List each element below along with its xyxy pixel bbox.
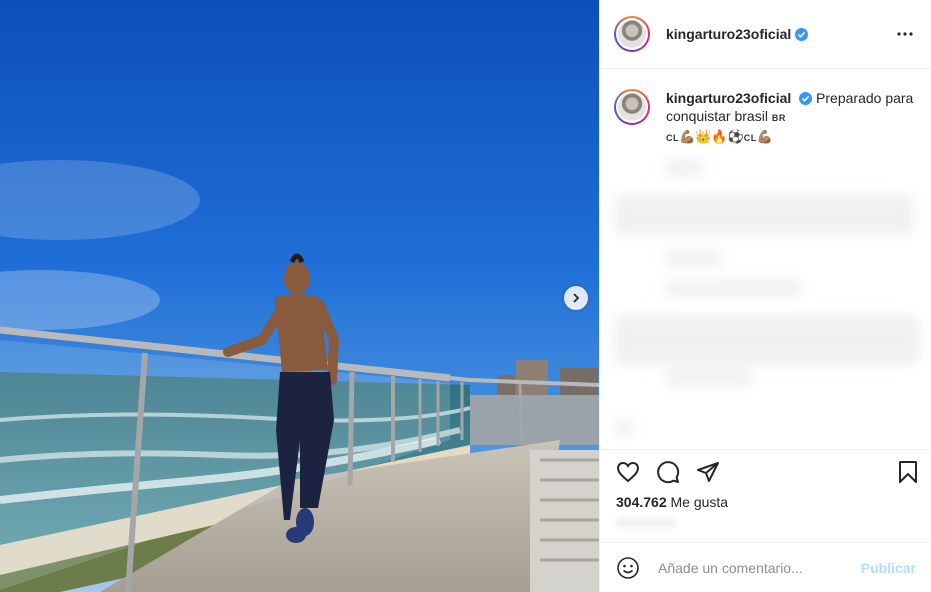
avatar[interactable] — [614, 16, 650, 52]
caption-text-block: kingarturo23oficial Preparado para conqu… — [666, 89, 917, 147]
verified-badge-icon — [799, 92, 813, 105]
post-details-panel: kingarturo23oficial kingarturo23oficial … — [599, 0, 931, 592]
post-header: kingarturo23oficial — [600, 0, 931, 69]
comment-icon — [657, 461, 680, 484]
like-button[interactable] — [616, 460, 642, 486]
likes-label: Me gusta — [670, 494, 729, 510]
comment-form: Publicar — [600, 542, 931, 592]
comments-placeholder — [614, 160, 919, 445]
comment-input[interactable] — [656, 558, 850, 577]
save-button[interactable] — [896, 460, 922, 486]
bookmark-icon — [899, 461, 917, 483]
share-button[interactable] — [696, 460, 722, 486]
flag-br: BR — [771, 113, 786, 123]
more-options-button[interactable] — [893, 22, 917, 46]
post-photo[interactable] — [0, 0, 599, 592]
chevron-right-icon — [573, 293, 580, 303]
caption-username[interactable]: kingarturo23oficial — [666, 90, 791, 106]
flag-cl: CL — [666, 133, 679, 143]
soccer-emoji: ⚽ — [727, 129, 744, 144]
action-bar — [600, 449, 931, 495]
muscle-emoji: 💪🏽 — [679, 129, 696, 144]
likes-number: 304.762 — [616, 494, 667, 510]
photo-image — [0, 0, 599, 592]
fire-emoji: 🔥 — [711, 129, 728, 144]
share-icon — [697, 462, 719, 482]
emoji-icon[interactable] — [616, 556, 640, 580]
crown-emoji: 👑 — [695, 129, 712, 144]
more-options-icon — [897, 32, 913, 36]
post-caption: kingarturo23oficial Preparado para conqu… — [614, 89, 917, 147]
next-photo-button[interactable] — [564, 286, 588, 310]
caption-emoji-line: CL💪🏽👑🔥⚽CL💪🏽 — [666, 129, 773, 144]
publish-button[interactable]: Publicar — [861, 560, 916, 576]
comment-button[interactable] — [656, 460, 682, 486]
caption-avatar[interactable] — [614, 89, 650, 125]
muscle-emoji: 💪🏽 — [756, 129, 773, 144]
heart-icon — [616, 461, 640, 483]
header-username[interactable]: kingarturo23oficial — [666, 26, 791, 42]
timestamp-placeholder — [616, 518, 676, 528]
likes-count[interactable]: 304.762 Me gusta — [616, 494, 728, 510]
flag-cl: CL — [743, 133, 757, 143]
verified-badge-icon — [795, 27, 809, 41]
